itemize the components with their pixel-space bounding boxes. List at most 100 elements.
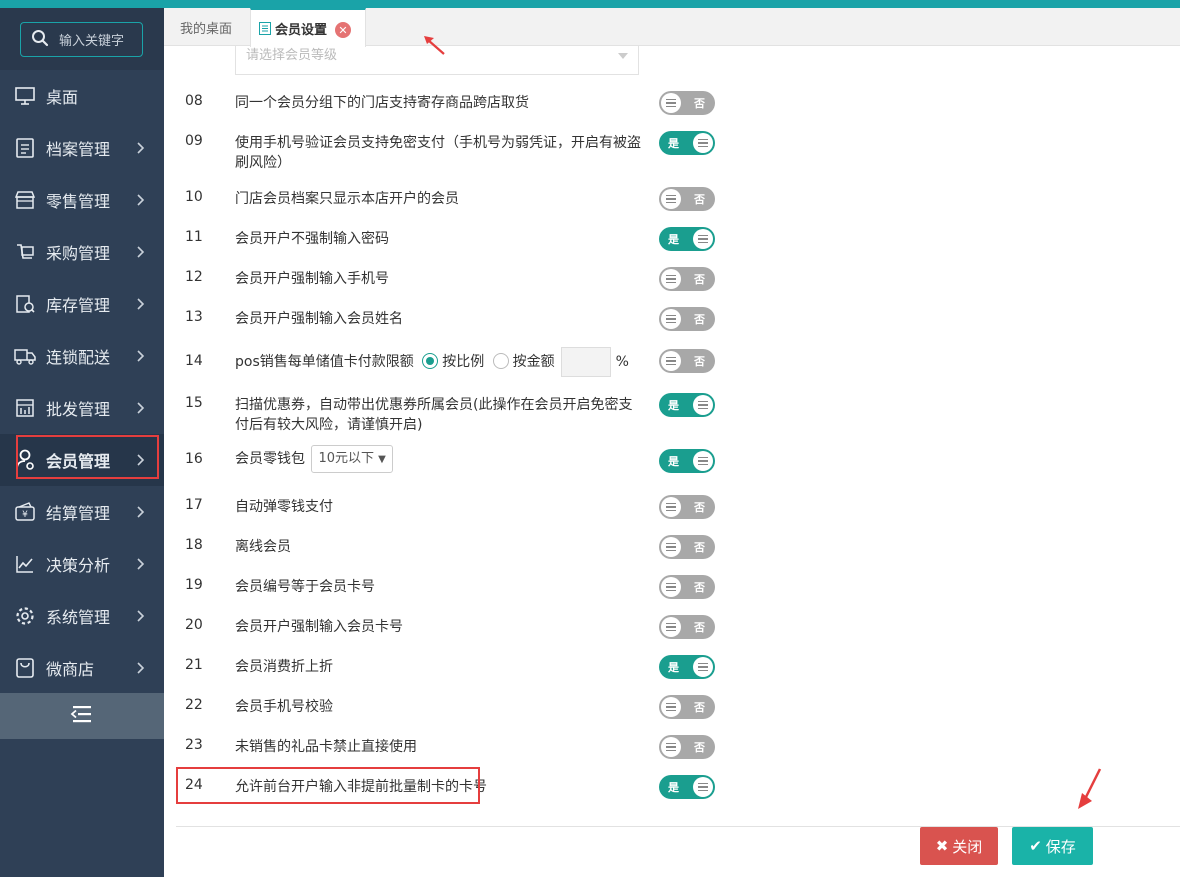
setting-toggle[interactable]: 否 — [659, 307, 715, 331]
setting-toggle[interactable]: 否 — [659, 349, 715, 373]
toggle-state-label: 否 — [694, 355, 705, 368]
setting-toggle[interactable]: 否 — [659, 187, 715, 211]
sidebar-menu: 桌面档案管理零售管理采购管理库存管理连锁配送批发管理会员管理 ¥ 结算管理决策分析系… — [0, 70, 164, 694]
toggle-state-label: 是 — [668, 455, 679, 468]
sidebar-item-7[interactable]: 会员管理 — [0, 434, 164, 486]
top-accent-bar — [0, 0, 1180, 8]
inventory-icon — [14, 293, 36, 315]
ratio-radio[interactable] — [422, 353, 439, 369]
setting-toggle[interactable]: 否 — [659, 267, 715, 291]
amount-radio-label: 按金额 — [512, 354, 555, 370]
setting-number: 14 — [185, 353, 203, 369]
setting-label: 会员零钱包 — [235, 451, 305, 467]
setting-label: 离线会员 — [235, 539, 291, 555]
tab-home[interactable]: 我的桌面 — [180, 8, 232, 46]
setting-toggle[interactable]: 否 — [659, 91, 715, 115]
setting-text: 扫描优惠券，自动带出优惠券所属会员(此操作在会员开启免密支付后有较大风险，请谨慎… — [235, 395, 645, 435]
sidebar-item-10[interactable]: 系统管理 — [0, 590, 164, 642]
sidebar-item-label: 采购管理 — [46, 244, 111, 263]
sidebar-item-5[interactable]: 连锁配送 — [0, 330, 164, 382]
setting-number: 11 — [185, 229, 203, 245]
truck-icon — [14, 345, 36, 367]
setting-text: 会员开户强制输入手机号 — [235, 269, 645, 289]
search-label: 输入关键字 — [59, 34, 125, 49]
setting-toggle[interactable]: 否 — [659, 535, 715, 559]
setting-toggle[interactable]: 否 — [659, 615, 715, 639]
ratio-radio-label: 按比例 — [442, 354, 485, 370]
search-area: 输入关键字 — [0, 8, 164, 70]
toggle-knob — [693, 451, 713, 471]
setting-number: 18 — [185, 537, 203, 553]
sidebar-item-label: 连锁配送 — [46, 348, 111, 367]
setting-label: 同一个会员分组下的门店支持寄存商品跨店取货 — [235, 95, 529, 111]
setting-toggle[interactable]: 是 — [659, 449, 715, 473]
save-button-label: 保存 — [1045, 837, 1076, 856]
toggle-knob — [693, 657, 713, 677]
setting-toggle[interactable]: 是 — [659, 227, 715, 251]
toggle-knob — [661, 269, 681, 289]
setting-toggle[interactable]: 是 — [659, 393, 715, 417]
search-button[interactable]: 输入关键字 — [20, 22, 143, 57]
setting-number: 09 — [185, 133, 203, 149]
collapse-sidebar-button[interactable] — [0, 693, 164, 739]
close-tab-icon[interactable]: ✕ — [335, 22, 351, 38]
sidebar-item-label: 结算管理 — [46, 504, 111, 523]
setting-text: 会员消费折上折 — [235, 657, 645, 677]
setting-label: 门店会员档案只显示本店开户的会员 — [235, 191, 459, 207]
sidebar-item-1[interactable]: 档案管理 — [0, 122, 164, 174]
setting-toggle[interactable]: 是 — [659, 131, 715, 155]
sidebar-item-label: 桌面 — [46, 88, 79, 107]
setting-toggle[interactable]: 是 — [659, 655, 715, 679]
file-icon — [14, 137, 36, 159]
setting-text: 同一个会员分组下的门店支持寄存商品跨店取货 — [235, 93, 645, 113]
sidebar-item-label: 批发管理 — [46, 400, 111, 419]
setting-label: 会员开户强制输入会员姓名 — [235, 311, 403, 327]
sidebar-item-4[interactable]: 库存管理 — [0, 278, 164, 330]
setting-text: 会员开户强制输入会员姓名 — [235, 309, 645, 329]
setting-toggle[interactable]: 否 — [659, 735, 715, 759]
sidebar-item-9[interactable]: 决策分析 — [0, 538, 164, 590]
toggle-knob — [661, 577, 681, 597]
store-icon — [14, 189, 36, 211]
sidebar-item-11[interactable]: 微商店 — [0, 642, 164, 694]
sidebar-item-label: 零售管理 — [46, 192, 111, 211]
toggle-state-label: 是 — [668, 137, 679, 150]
limit-input[interactable] — [561, 347, 612, 377]
sidebar-item-8[interactable]: ¥ 结算管理 — [0, 486, 164, 538]
save-button[interactable]: ✔ 保存 — [1012, 827, 1093, 865]
setting-text: 会员零钱包 10元以下 ▼ — [235, 445, 645, 473]
sidebar-item-3[interactable]: 采购管理 — [0, 226, 164, 278]
setting-number: 12 — [185, 269, 203, 285]
document-icon — [259, 22, 271, 35]
sidebar-item-0[interactable]: 桌面 — [0, 70, 164, 122]
chevron-right-icon — [132, 140, 148, 156]
setting-text: 会员手机号校验 — [235, 697, 645, 717]
member-level-select[interactable]: 请选择会员等级 — [235, 45, 639, 75]
setting-toggle[interactable]: 否 — [659, 695, 715, 719]
svg-text:¥: ¥ — [22, 510, 28, 520]
sidebar-item-6[interactable]: 批发管理 — [0, 382, 164, 434]
toggle-knob — [661, 189, 681, 209]
setting-toggle[interactable]: 否 — [659, 575, 715, 599]
setting-toggle[interactable]: 否 — [659, 495, 715, 519]
toggle-knob — [661, 537, 681, 557]
setting-label: 会员开户强制输入手机号 — [235, 271, 389, 287]
chevron-down-icon: ▼ — [378, 454, 386, 465]
close-x-icon: ✖ — [935, 837, 949, 855]
toggle-knob — [693, 395, 713, 415]
sidebar-item-2[interactable]: 零售管理 — [0, 174, 164, 226]
toggle-state-label: 是 — [668, 661, 679, 674]
close-button[interactable]: ✖ 关闭 — [920, 827, 998, 865]
setting-text: 门店会员档案只显示本店开户的会员 — [235, 189, 645, 209]
setting-toggle[interactable]: 是 — [659, 775, 715, 799]
setting-number: 19 — [185, 577, 203, 593]
setting-text: 未销售的礼品卡禁止直接使用 — [235, 737, 645, 757]
chevron-right-icon — [132, 244, 148, 260]
percent-unit: % — [615, 354, 629, 370]
tab-member-settings[interactable]: 会员设置 ✕ — [250, 8, 366, 47]
toggle-state-label: 否 — [694, 741, 705, 754]
highlight-box — [176, 767, 480, 804]
check-icon: ✔ — [1029, 837, 1042, 855]
amount-radio[interactable] — [492, 353, 509, 369]
wallet-amount-select[interactable]: 10元以下 ▼ — [311, 445, 393, 473]
